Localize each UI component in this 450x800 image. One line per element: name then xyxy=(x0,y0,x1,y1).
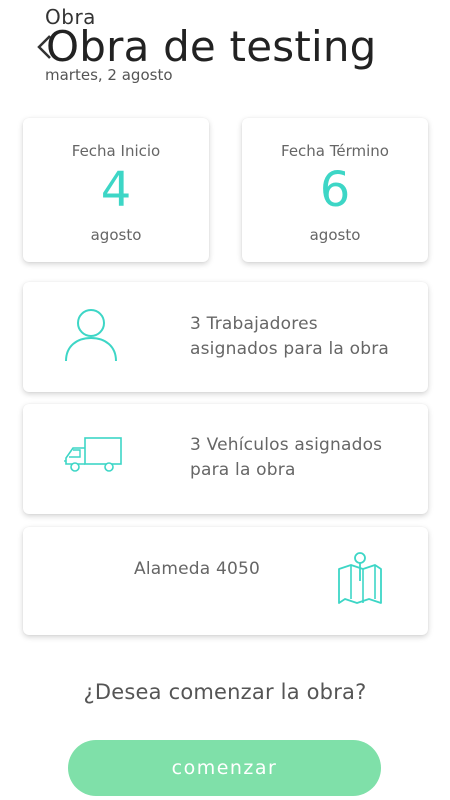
end-date-label: Fecha Término xyxy=(281,142,389,160)
header-date: martes, 2 agosto xyxy=(45,66,173,84)
person-icon xyxy=(65,309,117,362)
start-date-card: Fecha Inicio 4 agosto xyxy=(23,118,209,262)
end-date-card: Fecha Término 6 agosto xyxy=(242,118,428,262)
address-text: Alameda 4050 xyxy=(134,559,261,579)
address-card[interactable]: Alameda 4050 xyxy=(23,527,428,635)
end-date-month: agosto xyxy=(309,226,361,244)
vehicles-card[interactable]: 3 Vehículos asignados para la obra xyxy=(23,404,428,514)
page-title: Obra de testing xyxy=(46,22,377,71)
header: Obra Obra de testing martes, 2 agosto xyxy=(0,0,450,100)
start-button[interactable]: comenzar xyxy=(68,740,381,796)
map-icon xyxy=(338,552,382,604)
start-date-month: agosto xyxy=(90,226,142,244)
start-date-day: 4 xyxy=(100,162,132,218)
vehicles-text: 3 Vehículos asignados para la obra xyxy=(190,435,383,480)
workers-text: 3 Trabajadores asignados para la obra xyxy=(190,314,389,359)
start-question: ¿Desea comenzar la obra? xyxy=(83,680,367,704)
start-date-label: Fecha Inicio xyxy=(71,142,161,160)
truck-icon xyxy=(64,437,122,472)
end-date-day: 6 xyxy=(319,162,351,218)
workers-card[interactable]: 3 Trabajadores asignados para la obra xyxy=(23,282,428,392)
